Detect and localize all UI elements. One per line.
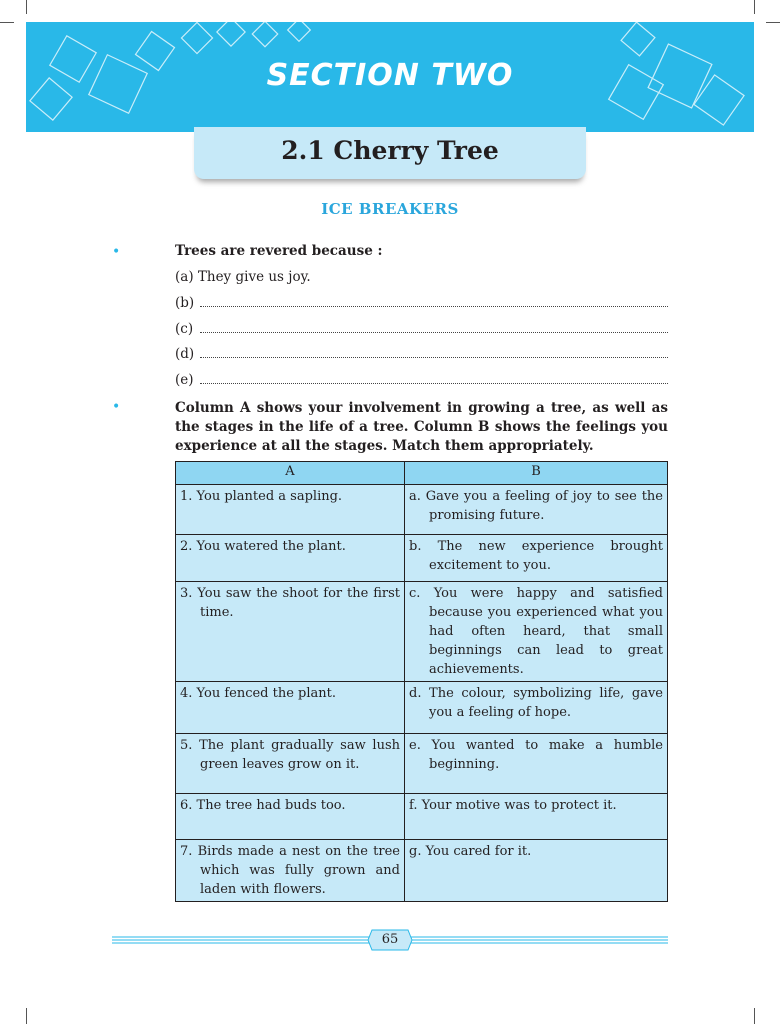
option-a: (a) They give us joy. bbox=[175, 269, 311, 285]
column-b-item: c. You were happy and satisfied because … bbox=[409, 586, 663, 677]
option-c: (c) bbox=[175, 321, 194, 337]
answer-line[interactable] bbox=[200, 383, 668, 384]
table-row: 1. You planted a sapling. a. Gave you a … bbox=[175, 484, 668, 535]
section-title: SECTION TWO bbox=[266, 58, 514, 93]
crop-mark bbox=[754, 1008, 755, 1024]
column-a-item: 1. You planted a sapling. bbox=[180, 489, 343, 504]
page-number: 65 bbox=[381, 932, 399, 947]
table-row: 7. Birds made a nest on the tree which w… bbox=[175, 839, 668, 902]
bullet-icon: • bbox=[112, 244, 121, 260]
option-e: (e) bbox=[175, 372, 194, 388]
crop-mark bbox=[26, 0, 27, 14]
matching-table: A B 1. You planted a sapling. a. Gave yo… bbox=[175, 461, 668, 902]
answer-line[interactable] bbox=[200, 357, 668, 358]
option-b: (b) bbox=[175, 295, 195, 311]
crop-mark bbox=[26, 1008, 27, 1024]
column-a-item: 2. You watered the plant. bbox=[180, 539, 346, 554]
column-b-item: d. The colour, symbolizing life, gave yo… bbox=[409, 686, 663, 720]
column-a-item: 6. The tree had buds too. bbox=[180, 798, 346, 813]
column-b-item: f. Your motive was to protect it. bbox=[409, 798, 617, 813]
chapter-title: 2.1 Cherry Tree bbox=[281, 136, 499, 165]
answer-line[interactable] bbox=[200, 332, 668, 333]
table-row: 5. The plant gradually saw lush green le… bbox=[175, 733, 668, 794]
table-row: 2. You watered the plant. b. The new exp… bbox=[175, 534, 668, 582]
column-b-item: e. You wanted to make a humble beginning… bbox=[409, 738, 663, 772]
column-b-header: B bbox=[404, 461, 668, 485]
column-a-header: A bbox=[175, 461, 405, 485]
column-a-item: 5. The plant gradually saw lush green le… bbox=[180, 738, 400, 772]
question-2-text: Column A shows your involvement in growi… bbox=[175, 400, 668, 454]
column-b-item: a. Gave you a feeling of joy to see the … bbox=[409, 489, 663, 523]
column-a-item: 3. You saw the shoot for the first time. bbox=[180, 586, 400, 620]
column-b-item: g. You cared for it. bbox=[409, 844, 532, 859]
crop-mark bbox=[0, 22, 14, 23]
column-b-item: b. The new experience brought excitement… bbox=[409, 539, 663, 573]
subheading: ICE BREAKERS bbox=[321, 200, 459, 218]
table-row: 6. The tree had buds too. f. Your motive… bbox=[175, 793, 668, 840]
crop-mark bbox=[754, 0, 755, 14]
table-row: 3. You saw the shoot for the first time.… bbox=[175, 581, 668, 682]
answer-line[interactable] bbox=[200, 306, 668, 307]
column-a-item: 4. You fenced the plant. bbox=[180, 686, 337, 701]
question-1-text: Trees are revered because : bbox=[175, 243, 383, 259]
option-d: (d) bbox=[175, 346, 195, 362]
column-a-item: 7. Birds made a nest on the tree which w… bbox=[180, 844, 400, 897]
crop-mark bbox=[766, 22, 780, 23]
table-row: 4. You fenced the plant. d. The colour, … bbox=[175, 681, 668, 734]
bullet-icon: • bbox=[112, 399, 121, 415]
